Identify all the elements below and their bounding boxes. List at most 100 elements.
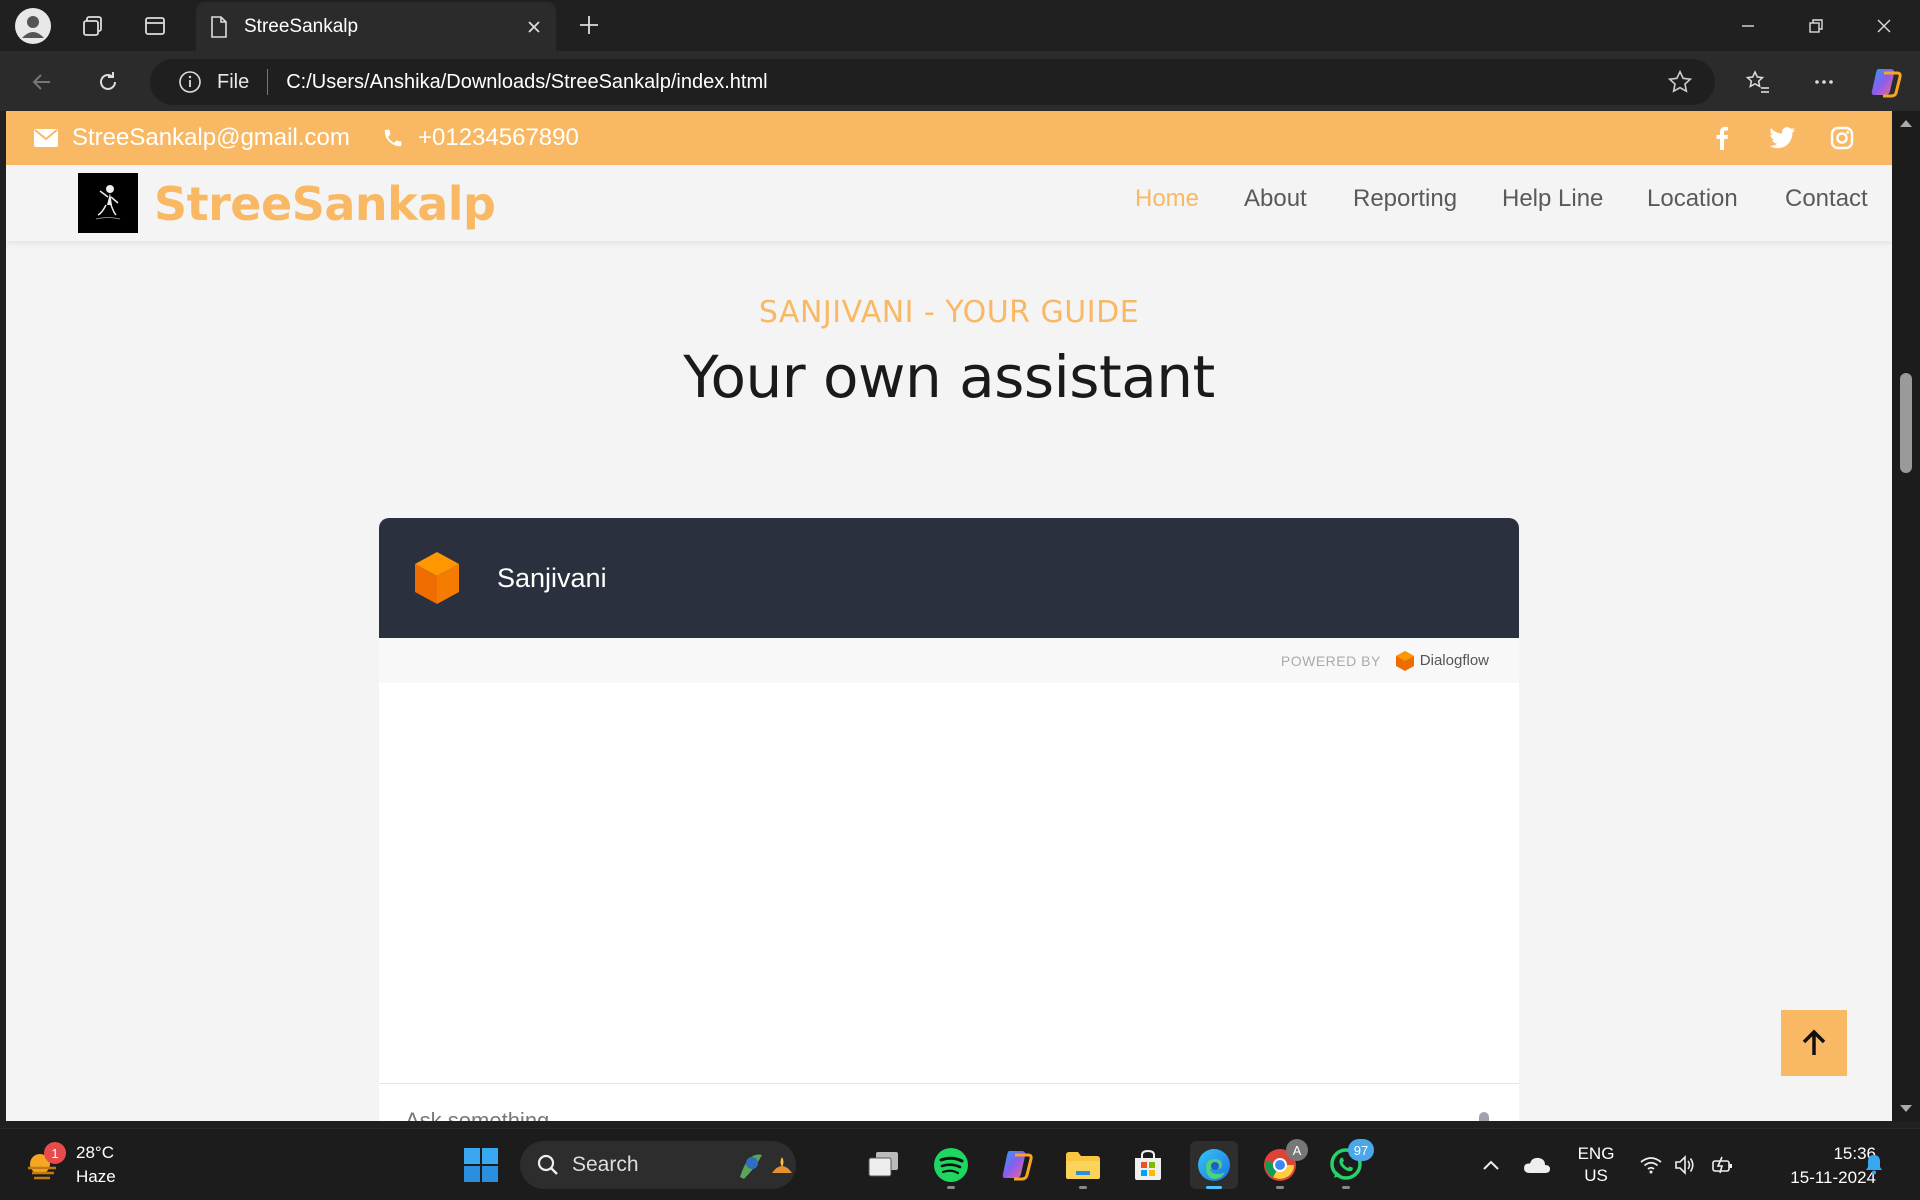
running-indicator bbox=[1079, 1186, 1087, 1189]
scroll-down-icon[interactable] bbox=[1898, 1101, 1914, 1117]
address-toolbar: File C:/Users/Anshika/Downloads/StreeSan… bbox=[0, 51, 1920, 111]
favorites-button[interactable] bbox=[1738, 62, 1778, 102]
wifi-icon bbox=[1640, 1157, 1662, 1174]
folder-icon bbox=[1066, 1152, 1100, 1179]
browser-tab-bar: StreeSankalp bbox=[0, 0, 1920, 51]
task-view-icon bbox=[868, 1152, 898, 1177]
copilot-taskbar-button[interactable] bbox=[993, 1141, 1041, 1189]
dialogflow-logo-icon bbox=[1395, 650, 1414, 671]
active-indicator bbox=[1206, 1186, 1222, 1189]
site-logo[interactable] bbox=[78, 173, 138, 233]
back-to-top-button[interactable] bbox=[1781, 1010, 1847, 1076]
microsoft-store-icon bbox=[1135, 1149, 1161, 1180]
page-viewport: StreeSankalp@gmail.com +01234567890 Stre… bbox=[6, 111, 1892, 1121]
chatbot-widget: Sanjivani POWERED BY Dialogflow bbox=[379, 518, 1519, 1121]
copilot-button[interactable] bbox=[1866, 62, 1906, 102]
workspaces-button[interactable] bbox=[74, 7, 112, 45]
chat-messages-area bbox=[379, 683, 1519, 1083]
email-text: StreeSankalp@gmail.com bbox=[72, 124, 350, 151]
new-tab-button[interactable] bbox=[572, 8, 606, 42]
start-button[interactable] bbox=[463, 1147, 499, 1183]
chatbot-header: Sanjivani bbox=[379, 518, 1519, 638]
brand-name[interactable]: StreeSankalp bbox=[154, 177, 496, 231]
keyboard-layout: US bbox=[1584, 1166, 1608, 1185]
spotify-icon bbox=[934, 1148, 968, 1182]
refresh-button[interactable] bbox=[88, 62, 128, 102]
facebook-link[interactable] bbox=[1708, 124, 1736, 152]
twitter-link[interactable] bbox=[1768, 124, 1796, 152]
chat-input[interactable] bbox=[405, 1108, 1405, 1121]
restore-button[interactable] bbox=[1782, 0, 1850, 51]
envelope-icon bbox=[34, 129, 58, 147]
notifications-button[interactable] bbox=[1864, 1153, 1884, 1180]
arrow-up-icon bbox=[1802, 1029, 1826, 1055]
minimize-button[interactable] bbox=[1714, 0, 1782, 51]
chatbot-name: Sanjivani bbox=[497, 562, 607, 593]
nav-help-line[interactable]: Help Line bbox=[1502, 185, 1603, 213]
copilot-app-icon bbox=[1002, 1151, 1033, 1181]
nav-about[interactable]: About bbox=[1244, 185, 1307, 213]
search-icon bbox=[537, 1154, 558, 1175]
running-indicator bbox=[947, 1186, 955, 1189]
close-tab-icon[interactable] bbox=[526, 19, 542, 35]
plus-icon bbox=[580, 16, 598, 34]
nav-contact[interactable]: Contact bbox=[1785, 185, 1868, 213]
page-scrollbar[interactable] bbox=[1892, 111, 1920, 1121]
microphone-icon[interactable] bbox=[1479, 1112, 1489, 1121]
tab-actions-icon bbox=[145, 17, 165, 35]
powered-by-label: POWERED BY bbox=[1280, 652, 1381, 669]
wifi-tray-button[interactable] bbox=[1636, 1129, 1666, 1200]
edge-taskbar-button[interactable] bbox=[1190, 1141, 1238, 1189]
show-hidden-icons-button[interactable] bbox=[1476, 1129, 1506, 1200]
chrome-taskbar-button[interactable]: A bbox=[1256, 1139, 1308, 1189]
copilot-icon bbox=[1871, 69, 1902, 98]
ellipsis-icon bbox=[1815, 80, 1833, 84]
instagram-link[interactable] bbox=[1828, 124, 1856, 152]
logo-figure-icon bbox=[95, 185, 121, 220]
profile-button[interactable] bbox=[14, 7, 52, 45]
section-subtitle: SANJIVANI - YOUR GUIDE bbox=[758, 295, 1140, 330]
back-button[interactable] bbox=[22, 62, 62, 102]
minimize-icon bbox=[1742, 24, 1754, 27]
phone-contact[interactable]: +01234567890 bbox=[382, 111, 579, 165]
language-code: ENG bbox=[1577, 1144, 1615, 1163]
restore-icon bbox=[1809, 18, 1823, 33]
taskbar-search[interactable]: Search bbox=[520, 1141, 796, 1189]
search-label: Search bbox=[572, 1153, 639, 1176]
site-info-icon[interactable] bbox=[175, 67, 205, 97]
cloud-icon bbox=[1524, 1157, 1550, 1173]
speaker-icon bbox=[1675, 1155, 1694, 1175]
site-navbar: StreeSankalp Home About Reporting Help L… bbox=[6, 165, 1892, 241]
address-bar[interactable]: File C:/Users/Anshika/Downloads/StreeSan… bbox=[150, 59, 1715, 105]
more-options-button[interactable] bbox=[1804, 62, 1844, 102]
language-indicator[interactable]: ENG US bbox=[1572, 1143, 1620, 1187]
edge-icon bbox=[1198, 1149, 1230, 1181]
battery-tray-button[interactable] bbox=[1708, 1129, 1738, 1200]
scroll-thumb[interactable] bbox=[1900, 373, 1912, 473]
taskbar-clock[interactable]: 15:36 15-11-2024 bbox=[1752, 1142, 1876, 1190]
nav-reporting[interactable]: Reporting bbox=[1353, 185, 1457, 213]
running-indicator bbox=[1276, 1186, 1284, 1189]
close-window-button[interactable] bbox=[1850, 0, 1918, 51]
vertical-tabs-button[interactable] bbox=[136, 7, 174, 45]
nav-location[interactable]: Location bbox=[1647, 185, 1738, 213]
dialogflow-label[interactable]: Dialogflow bbox=[1420, 652, 1489, 669]
volume-tray-button[interactable] bbox=[1670, 1129, 1700, 1200]
store-taskbar-button[interactable] bbox=[1124, 1141, 1172, 1189]
task-view-button[interactable] bbox=[860, 1141, 908, 1189]
scroll-up-icon[interactable] bbox=[1898, 115, 1914, 131]
file-explorer-taskbar-button[interactable] bbox=[1059, 1141, 1107, 1189]
spotify-taskbar-button[interactable] bbox=[927, 1141, 975, 1189]
email-contact[interactable]: StreeSankalp@gmail.com bbox=[34, 111, 350, 165]
weather-widget[interactable]: 1 28°C Haze bbox=[24, 1141, 116, 1189]
browser-tab[interactable]: StreeSankalp bbox=[196, 2, 556, 51]
nav-home[interactable]: Home bbox=[1135, 185, 1199, 213]
whatsapp-taskbar-button[interactable]: 97 bbox=[1322, 1139, 1374, 1189]
address-separator bbox=[267, 69, 269, 95]
favorite-star-icon[interactable] bbox=[1663, 65, 1697, 99]
url-text[interactable]: C:/Users/Anshika/Downloads/StreeSankalp/… bbox=[286, 71, 1663, 94]
favorites-list-icon bbox=[1745, 70, 1769, 93]
onedrive-tray-button[interactable] bbox=[1520, 1129, 1554, 1200]
workspaces-icon bbox=[83, 16, 102, 36]
weather-alert-badge: 1 bbox=[44, 1142, 66, 1164]
